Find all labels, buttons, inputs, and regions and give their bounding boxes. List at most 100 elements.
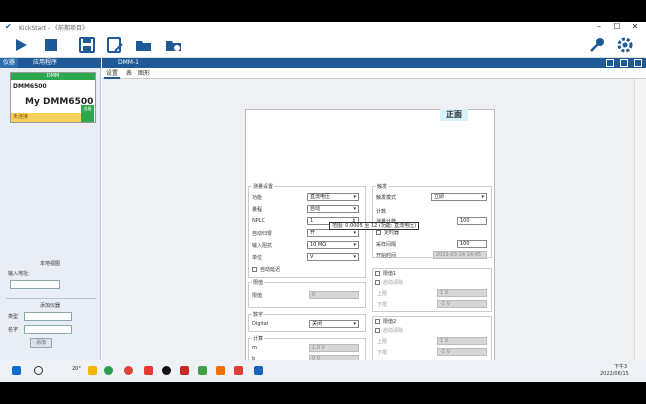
- section-title: 本地视图: [40, 261, 61, 267]
- wps-icon[interactable]: [234, 366, 243, 375]
- limit2-checkbox[interactable]: [375, 319, 380, 324]
- tab-instruments[interactable]: 仪器: [0, 58, 19, 68]
- timer-label: 定时器: [384, 230, 400, 236]
- play-icon[interactable]: [12, 36, 30, 54]
- toolbar: [0, 32, 646, 58]
- gear-icon[interactable]: [616, 36, 634, 54]
- address-input[interactable]: [10, 280, 60, 289]
- restore-icon[interactable]: [620, 59, 628, 67]
- math-m-input[interactable]: 1.0 V: [309, 344, 359, 352]
- status-badge: 未连接: [11, 113, 83, 122]
- start-time-input[interactable]: 2022-03-14 14:45: [433, 251, 487, 259]
- tab-applications[interactable]: 应用程序: [30, 58, 60, 68]
- limit2-lower-label: 下限: [377, 350, 388, 356]
- app-icon-2[interactable]: [162, 366, 171, 375]
- app-icon-4[interactable]: [198, 366, 207, 375]
- limit1-title: 限值1: [383, 271, 397, 277]
- range-select[interactable]: 自动 ▾: [307, 205, 359, 213]
- search-icon[interactable]: [34, 366, 43, 375]
- app-icon-6[interactable]: [254, 366, 263, 375]
- trigger-mode-select[interactable]: 立即 ▾: [431, 193, 487, 201]
- tab-settings[interactable]: 设置: [104, 69, 121, 79]
- autozero-select[interactable]: 开 ▾: [307, 229, 359, 237]
- math-m-label: m: [252, 345, 257, 351]
- group-title: 数字: [252, 311, 265, 318]
- limit1-checkbox[interactable]: [375, 271, 380, 276]
- measure-settings-group: 测量设置 功能 直流电压 ▾ 量程 自动 ▾ NPLC 1 ⇕ 自动归零 开 ▾ 输入阻…: [248, 183, 366, 278]
- app-icon-3[interactable]: [180, 366, 189, 375]
- function-label: 功能: [252, 195, 263, 201]
- limit2-group: 限值2 自动清除 上限 1 V 下限 -1 V: [372, 316, 492, 362]
- input-impedance-select[interactable]: 10 MΩ ▾: [307, 241, 359, 249]
- unit-select[interactable]: V ▾: [307, 253, 359, 261]
- interval-label: 采样间隔: [376, 242, 397, 248]
- open-folder-icon[interactable]: [135, 36, 153, 54]
- view-tabs: 设置 表 图形: [102, 68, 646, 79]
- limit1-lower-input[interactable]: -1 V: [437, 300, 487, 308]
- app-icon-5[interactable]: [216, 366, 225, 375]
- edge-icon[interactable]: [104, 366, 113, 375]
- popout-icon[interactable]: [606, 59, 614, 67]
- document-tab[interactable]: DMM-1: [118, 58, 139, 68]
- input-impedance-label: 输入阻抗: [252, 243, 273, 249]
- type-label: 类型: [8, 314, 19, 320]
- limit2-auto-clear-checkbox[interactable]: [375, 328, 380, 333]
- limit1-auto-clear-checkbox[interactable]: [375, 280, 380, 285]
- folder-app-icon[interactable]: [88, 366, 97, 375]
- instrument-card[interactable]: DMM DMM6500 My DMM6500 未连接 连接: [10, 72, 96, 123]
- count-input[interactable]: 100: [457, 217, 487, 225]
- tab-graph[interactable]: 图形: [136, 69, 152, 79]
- stop-icon[interactable]: [42, 36, 60, 54]
- start-time-label: 开始时间: [376, 253, 397, 259]
- close-button[interactable]: ✕: [628, 22, 642, 32]
- maximize-button[interactable]: ☐: [610, 22, 624, 32]
- folder-settings-icon[interactable]: [165, 36, 183, 54]
- save-icon[interactable]: [78, 36, 96, 54]
- instrument-panel: 仪器 应用程序 DMM DMM6500 My DMM6500 未连接 连接 本地…: [0, 58, 101, 382]
- timer-checkbox[interactable]: [376, 230, 381, 235]
- connect-button[interactable]: 连接: [81, 105, 94, 122]
- start-icon[interactable]: [12, 366, 21, 375]
- auto-delay-label: 自动延迟: [260, 267, 281, 273]
- add-button[interactable]: 添加: [30, 338, 52, 348]
- limit-value-label: 限值: [252, 293, 263, 299]
- front-panel-label: 正面: [440, 109, 468, 121]
- vertical-scrollbar[interactable]: [634, 79, 646, 364]
- save-as-icon[interactable]: [106, 36, 124, 54]
- clock-time: 下午3: [614, 364, 628, 370]
- minimize-button[interactable]: –: [592, 22, 606, 32]
- digital-group: 数字 Digital 关闭 ▾: [248, 311, 366, 332]
- limit1-upper-input[interactable]: 1 V: [437, 289, 487, 297]
- limit2-lower-input[interactable]: -1 V: [437, 348, 487, 356]
- chrome-icon[interactable]: [124, 366, 133, 375]
- document-header: DMM-1: [102, 58, 646, 68]
- limit2-title: 限值2: [383, 319, 397, 325]
- clock-date: 2022/06/15: [600, 371, 629, 377]
- close-doc-icon[interactable]: [634, 59, 642, 67]
- address-label: 输入地址:: [8, 271, 30, 277]
- function-select[interactable]: 直流电压 ▾: [307, 193, 359, 201]
- tab-table[interactable]: 表: [124, 69, 134, 79]
- limit-group: 限值 限值 0: [248, 279, 366, 308]
- limit1-upper-label: 上限: [377, 291, 388, 297]
- key-icon[interactable]: [588, 36, 606, 54]
- type-select[interactable]: [24, 312, 72, 321]
- auto-delay-checkbox[interactable]: [252, 267, 257, 272]
- instrument-type: DMM: [11, 73, 95, 80]
- range-label: 量程: [252, 207, 263, 213]
- count-title: 计数: [376, 209, 387, 215]
- limit2-upper-label: 上限: [377, 339, 388, 345]
- name-input[interactable]: [24, 325, 72, 334]
- group-title: 触发: [376, 183, 389, 190]
- add-section-title: 添加仪器: [40, 303, 61, 309]
- limit1-lower-label: 下限: [377, 302, 388, 308]
- limit2-upper-input[interactable]: 1 V: [437, 337, 487, 345]
- divider: [6, 298, 96, 299]
- limit1-group: 限值1 自动清除 上限 1 V 下限 -1 V: [372, 268, 492, 312]
- group-title: 测量设置: [252, 183, 275, 190]
- interval-input[interactable]: 100: [457, 240, 487, 248]
- group-title: 限值: [252, 279, 265, 286]
- digital-select[interactable]: 关闭 ▾: [309, 320, 359, 328]
- limit-value-input[interactable]: 0: [309, 291, 359, 299]
- app-icon-1[interactable]: [144, 366, 153, 375]
